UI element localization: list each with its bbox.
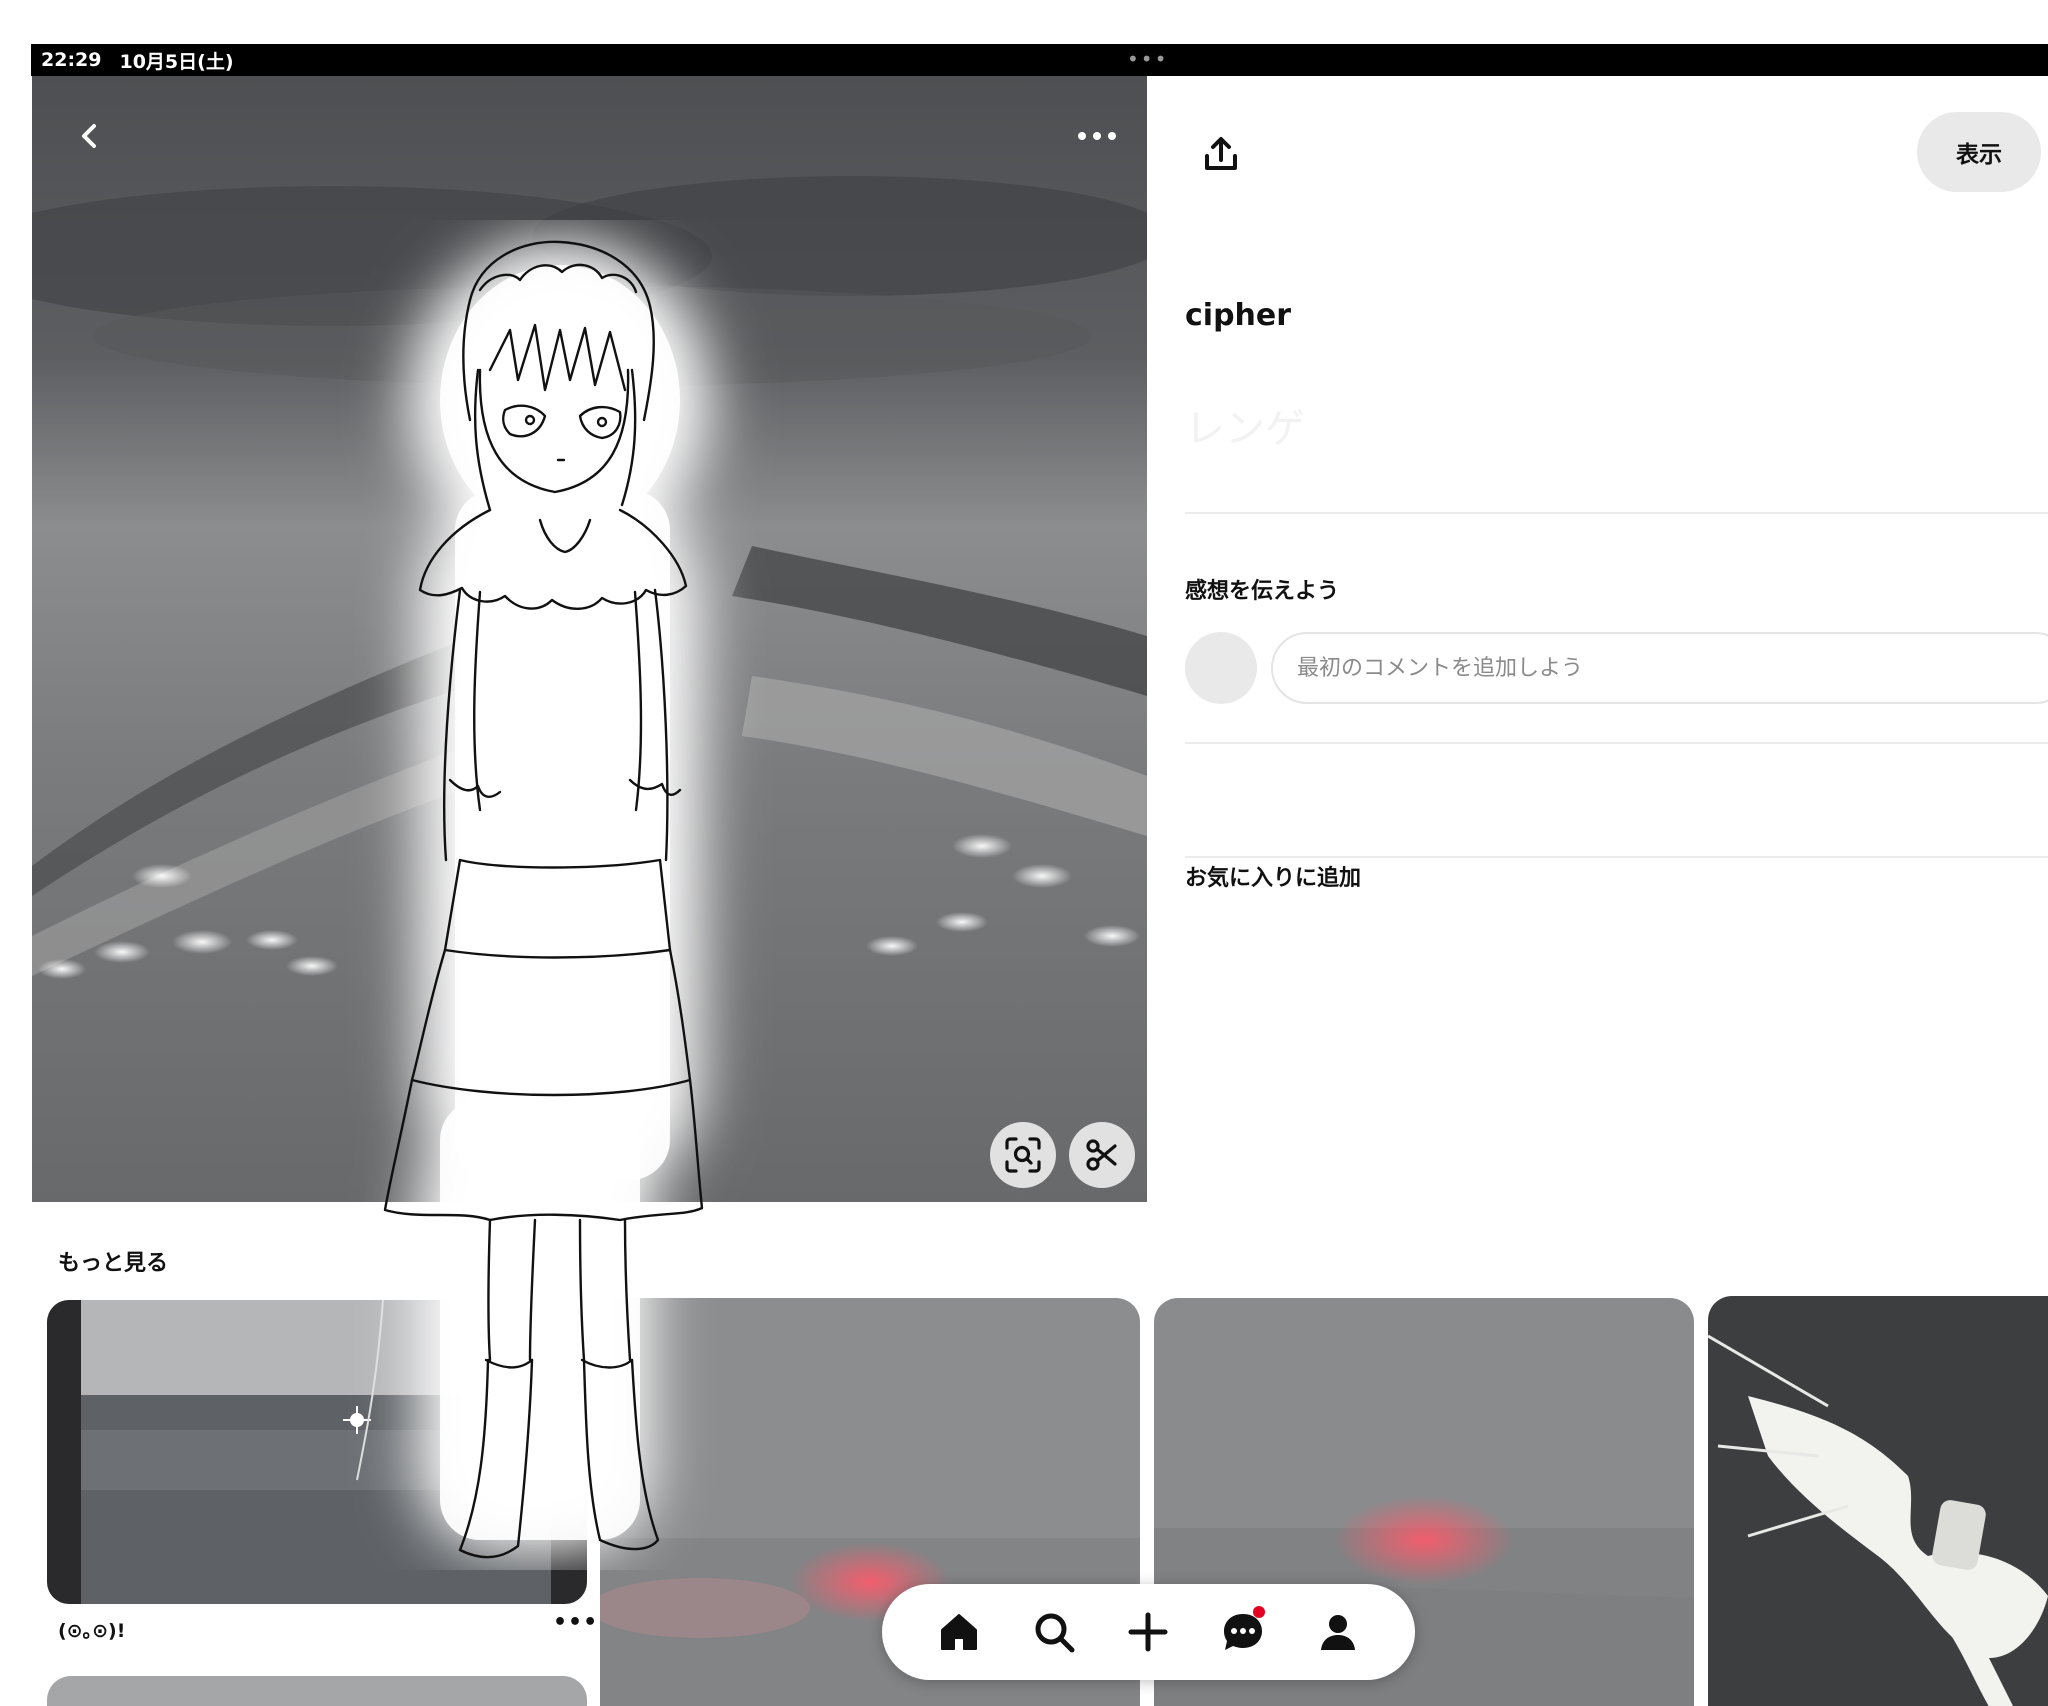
pin-more-button[interactable]: [1067, 106, 1127, 166]
profile-icon: [1320, 1615, 1355, 1650]
search-icon: [1035, 1613, 1075, 1653]
pin-photo: [32, 76, 1147, 1202]
back-button[interactable]: [60, 106, 120, 166]
related-pin-caption: (⊙｡⊙)!: [58, 1620, 126, 1642]
divider: [1185, 512, 2048, 514]
more-to-see-heading: もっと見る: [58, 1251, 169, 1276]
nav-messages[interactable]: [1211, 1600, 1275, 1664]
related-pin-image: [47, 1300, 587, 1604]
chevron-left-icon: [82, 124, 96, 148]
related-pin-tile[interactable]: [47, 1300, 587, 1604]
home-icon: [941, 1614, 978, 1650]
avatar: [1185, 632, 1257, 704]
view-button[interactable]: 表示: [1917, 112, 2041, 192]
share-upload-icon: [1205, 137, 1237, 170]
status-date: 10月5日(土): [119, 50, 234, 73]
pin-detail-panel: 表示 cipher レンゲ 感想を伝えよう お気に入りに追加: [1147, 76, 2048, 1202]
status-bar: 22:29 10月5日(土) •••: [31, 44, 2048, 76]
related-pin-tile[interactable]: [1708, 1296, 2048, 1706]
ellipsis-icon: [1078, 132, 1116, 140]
divider: [1185, 856, 2048, 858]
related-pin-tile[interactable]: [47, 1676, 587, 1706]
related-pin-image: [1708, 1296, 2048, 1706]
visual-search-button[interactable]: [990, 1122, 1056, 1188]
pin-title: cipher: [1185, 298, 1292, 333]
scissors-icon: [1086, 1139, 1117, 1171]
nav-profile[interactable]: [1306, 1600, 1370, 1664]
related-pin-more-button[interactable]: •••: [553, 1610, 598, 1635]
crop-button[interactable]: [1069, 1122, 1135, 1188]
multitasking-dots-icon[interactable]: •••: [1127, 49, 1168, 69]
status-time: 22:29: [41, 49, 102, 71]
pin-image[interactable]: [32, 76, 1147, 1202]
visual-search-icon: [1005, 1137, 1041, 1173]
related-pin-image: [47, 1676, 587, 1706]
app-screen: 22:29 10月5日(土) ••• 表示 cipher レンゲ 感想を伝えよう…: [0, 0, 2048, 1706]
nav-search[interactable]: [1022, 1600, 1086, 1664]
pin-description: レンゲ: [1185, 406, 1305, 452]
notification-badge: [1253, 1606, 1266, 1618]
comments-heading: 感想を伝えよう: [1185, 579, 1340, 604]
add-to-favorites-button[interactable]: お気に入りに追加: [1185, 860, 1361, 892]
comment-input[interactable]: [1271, 632, 2048, 704]
bottom-navigation: [882, 1584, 1415, 1680]
share-button[interactable]: [1195, 128, 1247, 180]
divider: [1185, 742, 2048, 744]
nav-home[interactable]: [927, 1600, 991, 1664]
plus-icon: [1128, 1612, 1168, 1652]
nav-create[interactable]: [1116, 1600, 1180, 1664]
